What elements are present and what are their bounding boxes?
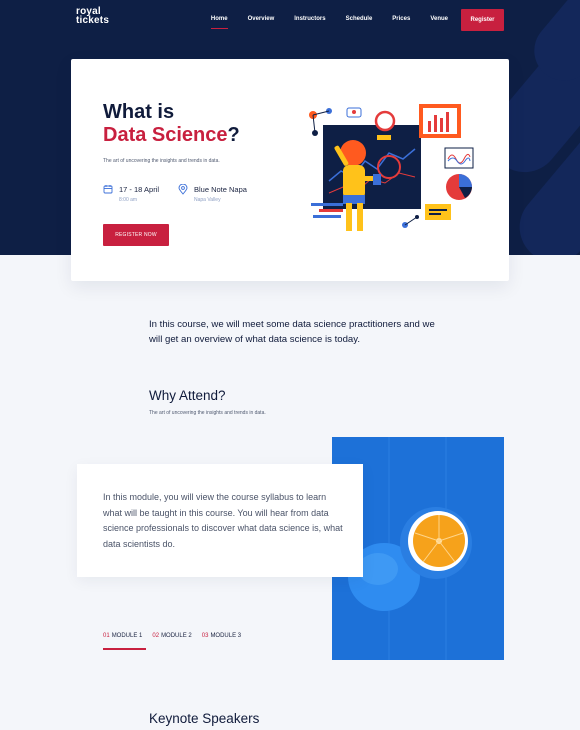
- nav-instructors[interactable]: Instructors: [294, 16, 325, 22]
- nav-home[interactable]: Home: [210, 16, 228, 29]
- module-card: In this module, you will view the course…: [77, 464, 363, 577]
- keynote-speakers-heading: Keynote Speakers: [149, 711, 260, 726]
- tab-module-3[interactable]: 03 MODULE 3: [202, 633, 241, 639]
- logo[interactable]: royal tickets: [76, 7, 109, 26]
- register-now-button[interactable]: REGISTER NOW: [103, 224, 169, 246]
- nav-overview[interactable]: Overview: [248, 16, 275, 22]
- tab-module-2[interactable]: 02 MODULE 2: [152, 633, 191, 639]
- location-pin-icon: [178, 184, 188, 195]
- module-description: In this module, you will view the course…: [103, 492, 343, 549]
- event-venue: Blue Note Napa Napa Valley: [194, 185, 247, 203]
- calendar-icon: [103, 185, 113, 194]
- data-science-illustration: [309, 104, 474, 231]
- nav-schedule[interactable]: Schedule: [346, 16, 373, 22]
- register-button[interactable]: Register: [461, 9, 504, 31]
- event-date: 17 - 18 April 8:00 am: [119, 185, 160, 203]
- nav-prices[interactable]: Prices: [392, 16, 410, 22]
- module-tabs: 01 MODULE 1 02 MODULE 2 03 MODULE 3: [103, 633, 251, 650]
- main-menu: Home Overview Instructors Schedule Price…: [191, 16, 448, 29]
- hero-title-highlight: Data Science?: [103, 124, 240, 146]
- hero-subtitle: The art of uncovering the insights and t…: [103, 158, 220, 164]
- nav-venue[interactable]: Venue: [430, 16, 448, 22]
- tab-module-1[interactable]: 01 MODULE 1: [103, 633, 147, 650]
- course-intro: In this course, we will meet some data s…: [149, 319, 435, 345]
- top-nav: royal tickets Home Overview Instructors …: [0, 0, 580, 40]
- hero-title: What is: [103, 101, 175, 123]
- why-attend-subtitle: The art of uncovering the insights and t…: [149, 410, 266, 416]
- why-attend-heading: Why Attend?: [149, 388, 226, 403]
- hero-card: What is Data Science? The art of uncover…: [71, 59, 509, 281]
